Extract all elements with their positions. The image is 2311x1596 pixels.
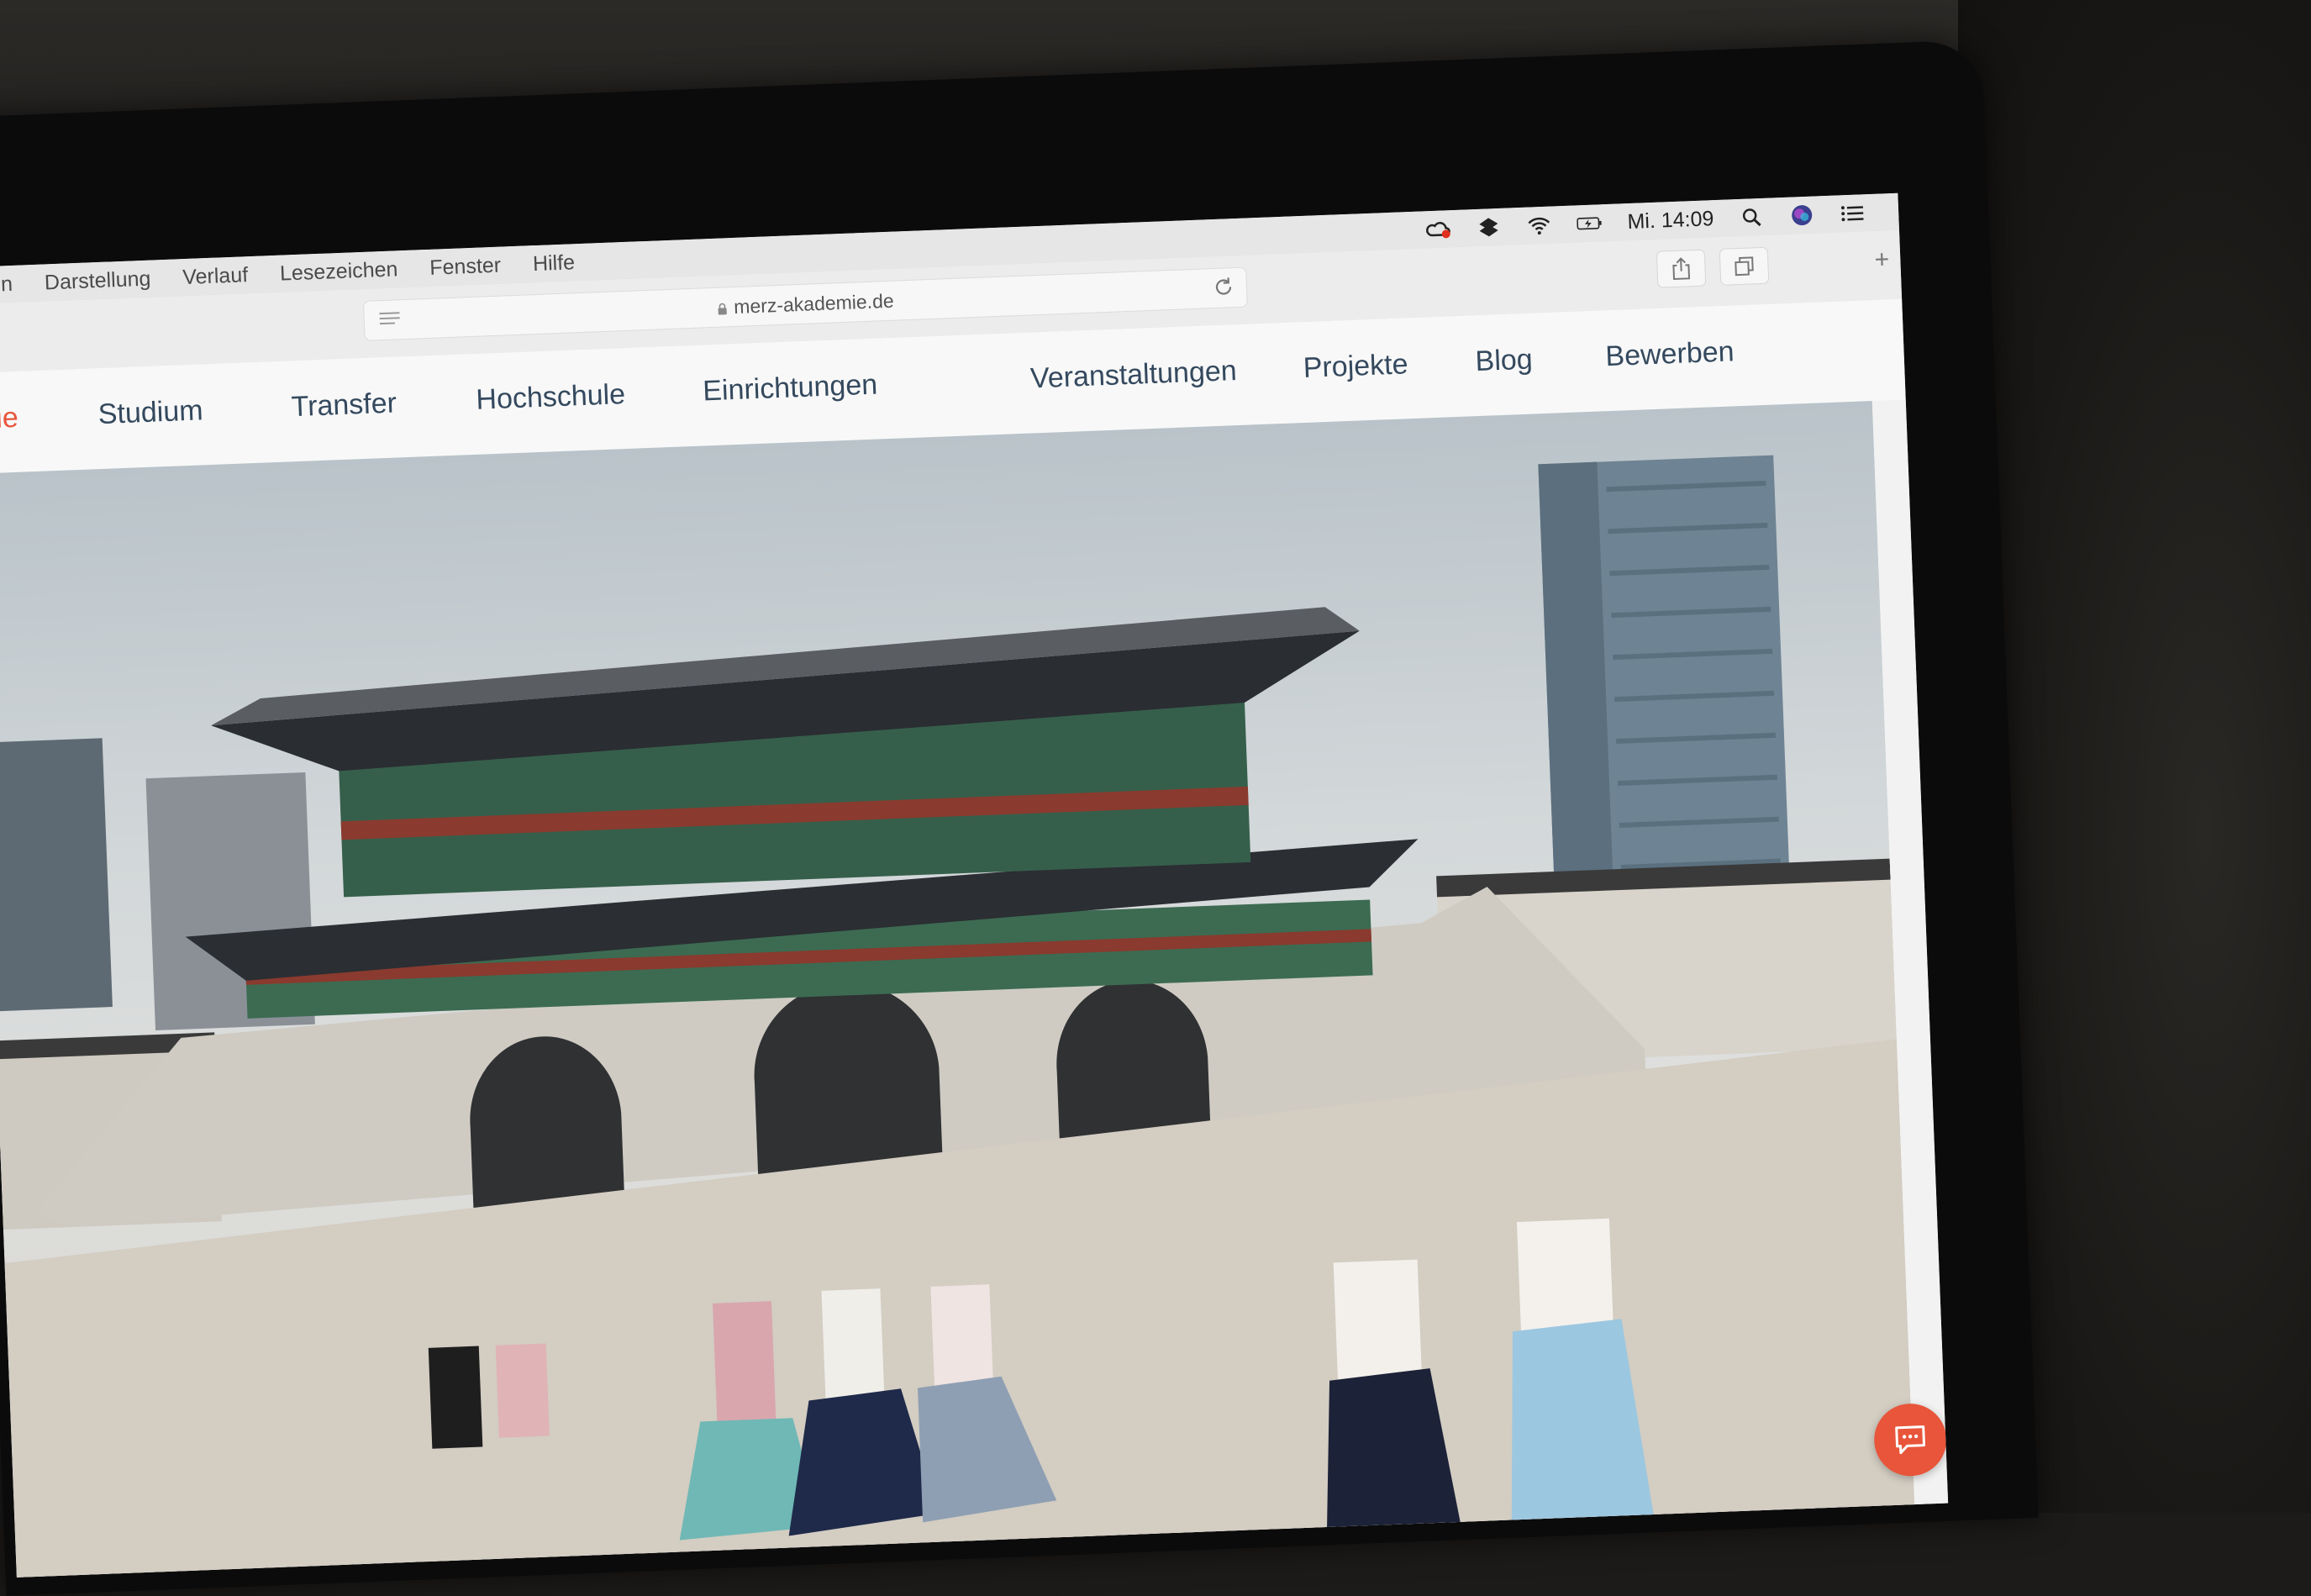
menu-verlauf[interactable]: Verlauf	[182, 263, 249, 290]
reload-icon[interactable]	[1213, 276, 1235, 298]
hero-image	[0, 401, 1915, 1578]
creative-cloud-icon[interactable]	[1425, 216, 1451, 242]
nav-item-veranstaltungen[interactable]: Veranstaltungen	[1029, 355, 1237, 395]
dropbox-icon[interactable]	[1476, 214, 1502, 240]
menu-bearbeiten[interactable]: eiten	[0, 271, 13, 298]
nav-item-bewerben[interactable]: Bewerben	[1605, 335, 1735, 373]
chat-bubble-icon	[1895, 1425, 1926, 1455]
nav-item-projekte[interactable]: Projekte	[1303, 348, 1408, 385]
menu-hilfe[interactable]: Hilfe	[532, 250, 575, 277]
wifi-icon[interactable]	[1526, 213, 1552, 239]
tab-overview-button[interactable]	[1719, 246, 1770, 286]
menu-fenster[interactable]: Fenster	[429, 253, 502, 280]
palace-gate-photo	[0, 455, 1915, 1578]
notification-center-icon[interactable]	[1840, 200, 1866, 226]
new-tab-button[interactable]: +	[1863, 242, 1902, 279]
spotlight-search-icon[interactable]	[1739, 204, 1765, 230]
site-logo[interactable]: mie	[0, 402, 18, 436]
nav-item-hochschule[interactable]: Hochschule	[476, 378, 626, 417]
menu-lesezeichen[interactable]: Lesezeichen	[280, 257, 398, 286]
url-text: merz-akademie.de	[733, 289, 895, 318]
nav-item-studium[interactable]: Studium	[97, 394, 203, 431]
siri-icon[interactable]	[1789, 203, 1815, 229]
nav-item-transfer[interactable]: Transfer	[291, 387, 397, 424]
menubar-clock[interactable]: Mi. 14:09	[1627, 207, 1714, 234]
plus-icon: +	[1873, 245, 1890, 274]
share-icon	[1672, 257, 1691, 281]
left-building	[0, 738, 113, 1012]
laptop-screen: eiten Darstellung Verlauf Lesezeichen Fe…	[0, 192, 1949, 1578]
nav-item-blog[interactable]: Blog	[1475, 344, 1534, 379]
tabs-icon	[1735, 256, 1754, 277]
menu-darstellung[interactable]: Darstellung	[44, 266, 150, 295]
lock-icon	[716, 288, 727, 315]
share-button[interactable]	[1656, 249, 1707, 288]
battery-icon[interactable]	[1577, 210, 1603, 236]
nav-item-einrichtungen[interactable]: Einrichtungen	[703, 369, 878, 408]
